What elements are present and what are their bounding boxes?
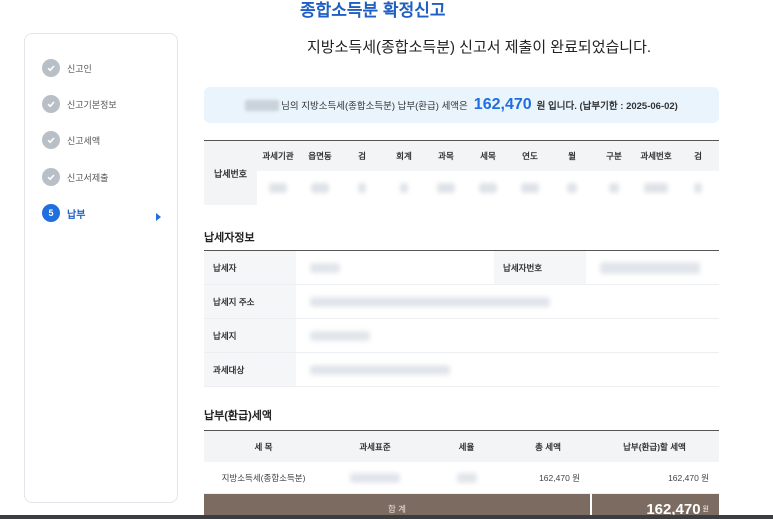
tax-summary-box: 님의 지방소득세(종합소득분) 납부(환급) 세액은 162,470 원 입니다… [204, 87, 719, 123]
step-label: 신고세액 [67, 135, 101, 146]
step-item-submission[interactable]: 신고서제출 [42, 167, 108, 187]
step-label: 신고서제출 [67, 172, 109, 183]
summary-text-after: 원 입니다. (납부기한 : 2025-06-02) [536, 101, 678, 112]
completion-message: 지방소득세(종합소득분) 신고서 제출이 완료되었습니다. [307, 39, 652, 56]
redacted-cell [593, 171, 635, 205]
column-header: 월 [568, 151, 576, 161]
step-item-tax-amount[interactable]: 신고세액 [42, 130, 100, 150]
step-item-basic-info[interactable]: 신고기본정보 [42, 94, 117, 114]
step-item-payment[interactable]: 5 납부 [42, 203, 85, 223]
column-header: 과세표준 [359, 441, 391, 452]
tax-number-values [257, 171, 719, 205]
target-label: 과세대상 [204, 353, 296, 386]
column-header: 검 [358, 151, 366, 161]
redacted-cell [509, 171, 551, 205]
redacted-cell [677, 171, 719, 205]
tax-number-row-header: 납세번호 [204, 141, 257, 205]
payer-label: 납세자 [204, 251, 296, 284]
redacted-cell [296, 319, 719, 352]
payable-tax-cell: 162,470 원 [668, 472, 709, 483]
tax-place-label: 납세지 [204, 319, 296, 352]
redacted-cell [257, 171, 299, 205]
column-header: 세목 [480, 151, 496, 161]
taxpayer-row: 납세자 납세자번호 [204, 251, 719, 285]
taxpayer-row: 납세지 주소 [204, 285, 719, 319]
column-header: 과세기관 [262, 151, 294, 161]
taxpayer-row: 납세지 [204, 319, 719, 353]
column-header: 읍면동 [308, 151, 332, 161]
payer-number-label: 납세자번호 [494, 251, 586, 284]
redacted-cell [425, 171, 467, 205]
redacted-cell [427, 462, 506, 493]
redacted-cell [323, 462, 427, 493]
table-row: 지방소득세(종합소득분) 162,470 원 162,470 원 [204, 462, 719, 494]
step-sidebar: 신고인 신고기본정보 신고세액 신고서제출 5 납부 [24, 33, 178, 503]
column-header: 연도 [522, 151, 538, 161]
taxpayer-info-table: 납세자 납세자번호 납세지 주소 납세지 과세대상 [204, 250, 719, 387]
column-header: 세 목 [254, 441, 273, 452]
summary-text-before: 님의 지방소득세(종합소득분) 납부(환급) 세액은 [281, 101, 468, 112]
step-number-badge: 5 [42, 204, 60, 222]
redacted-cell [467, 171, 509, 205]
payment-table: 세 목 과세표준 세율 총 세액 납부(환급)할 세액 지방소득세(종합소득분)… [204, 430, 719, 519]
redacted-cell [296, 251, 494, 284]
redacted-cell [299, 171, 341, 205]
redacted-cell [296, 285, 719, 318]
tax-number-table: 납세번호 과세기관 읍면동 검 회계 과목 세목 연도 월 구분 과세번호 검 [204, 140, 719, 205]
check-icon [42, 131, 60, 149]
column-header: 총 세액 [535, 441, 561, 452]
check-icon [42, 168, 60, 186]
payment-header-row: 세 목 과세표준 세율 총 세액 납부(환급)할 세액 [204, 431, 719, 462]
tax-item-cell: 지방소득세(종합소득분) [221, 472, 306, 483]
column-header: 검 [694, 151, 702, 161]
step-item-applicant[interactable]: 신고인 [42, 58, 92, 78]
total-unit: 원 [702, 506, 709, 513]
redacted-cell [635, 171, 677, 205]
caret-right-icon [156, 213, 161, 221]
summary-amount: 162,470 [473, 96, 532, 113]
taxpayer-row: 과세대상 [204, 353, 719, 387]
check-icon [42, 59, 60, 77]
redacted-cell [551, 171, 593, 205]
payment-section-title: 납부(환급)세액 [204, 410, 273, 422]
column-header: 세율 [458, 441, 475, 452]
column-header: 과목 [438, 151, 454, 161]
taxpayer-section-title: 납세자정보 [204, 232, 255, 244]
redacted-name [245, 99, 280, 111]
redacted-cell [341, 171, 383, 205]
redacted-cell [383, 171, 425, 205]
page-title: 종합소득분 확정신고 [300, 1, 446, 20]
redacted-cell [296, 353, 719, 386]
total-tax-cell: 162,470 원 [539, 472, 580, 483]
step-label: 납부 [67, 209, 86, 221]
window-bottom-bar [0, 515, 773, 519]
step-label: 신고기본정보 [67, 99, 117, 110]
column-header: 구분 [606, 151, 622, 161]
column-header: 회계 [396, 151, 412, 161]
column-header: 납부(환급)할 세액 [623, 441, 686, 452]
step-label: 신고인 [67, 63, 92, 74]
check-icon [42, 95, 60, 113]
column-header: 과세번호 [640, 151, 672, 161]
redacted-cell [586, 251, 719, 284]
address-label: 납세지 주소 [204, 285, 296, 318]
tax-number-columns: 과세기관 읍면동 검 회계 과목 세목 연도 월 구분 과세번호 검 [257, 141, 719, 171]
